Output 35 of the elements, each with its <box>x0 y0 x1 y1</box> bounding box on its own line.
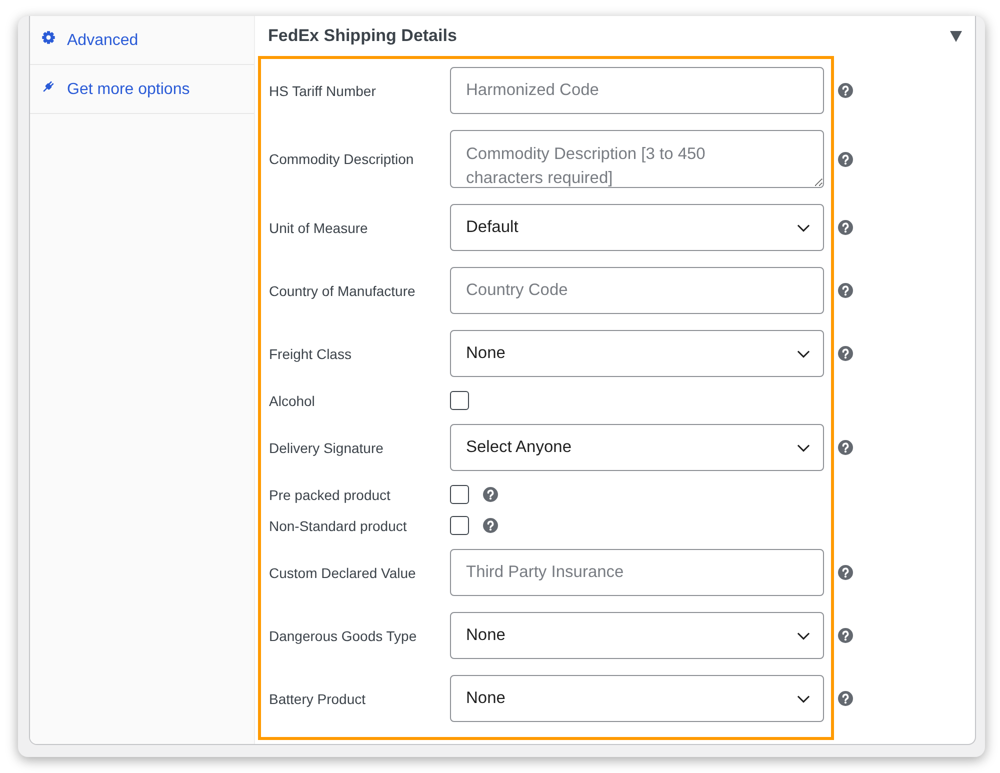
checkbox[interactable] <box>450 391 469 410</box>
field-label: Alcohol <box>269 392 316 408</box>
chevron-icon <box>797 632 810 640</box>
field-label: Commodity Description <box>269 151 415 167</box>
field-label: Delivery Signature <box>269 440 384 456</box>
field-label: Battery Product <box>269 690 366 706</box>
text-field[interactable]: Country Code <box>450 267 824 314</box>
field-label: Pre packed product <box>269 486 392 502</box>
field-label: Dangerous Goods Type <box>269 628 418 644</box>
text-field[interactable]: Harmonized Code <box>450 67 824 114</box>
textarea-field[interactable]: Commodity Description [3 to 450 characters required] <box>450 130 824 188</box>
field-label: Non-Standard product <box>269 518 408 534</box>
field-label: Country of Manufacture <box>269 282 416 298</box>
text-field[interactable]: Third Party Insurance <box>450 549 824 596</box>
gear-icon <box>42 30 55 44</box>
sidebar-item[interactable]: Advanced <box>30 16 254 65</box>
checkbox[interactable] <box>450 516 469 535</box>
dropdown[interactable]: None <box>450 330 824 377</box>
field-label: Custom Declared Value <box>269 564 417 580</box>
field-label: Unit of Measure <box>269 220 369 236</box>
dropdown[interactable]: Default <box>450 204 824 251</box>
plug-icon <box>42 80 55 92</box>
dropdown[interactable]: None <box>450 675 824 722</box>
chevron-icon <box>797 224 810 232</box>
dropdown[interactable]: None <box>450 612 824 659</box>
dropdown[interactable]: Select Anyone <box>450 424 824 471</box>
chevron-icon <box>797 444 810 452</box>
field-label: Freight Class <box>269 346 352 362</box>
collapse-toggle-icon[interactable] <box>950 30 962 42</box>
chevron-icon <box>797 350 810 358</box>
sidebar-item[interactable]: Get more options <box>30 65 254 114</box>
panel-title: FedEx Shipping Details <box>268 26 457 46</box>
chevron-icon <box>797 694 810 702</box>
checkbox[interactable] <box>450 485 469 504</box>
field-label: HS Tariff Number <box>269 82 377 98</box>
